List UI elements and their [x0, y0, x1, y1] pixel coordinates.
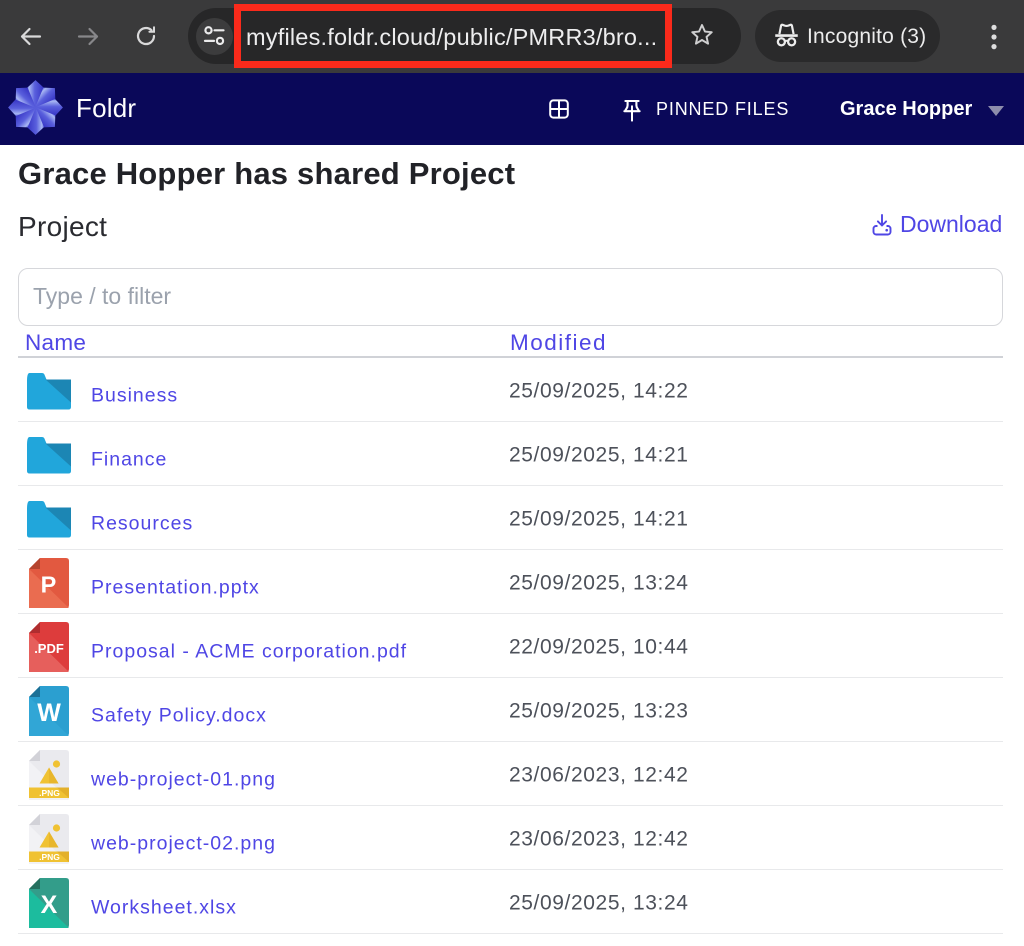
- svg-text:.PNG: .PNG: [39, 852, 60, 862]
- svg-text:W: W: [37, 699, 61, 727]
- svg-text:P: P: [41, 572, 57, 598]
- svg-text:X: X: [41, 891, 58, 919]
- svg-text:.PNG: .PNG: [39, 788, 60, 798]
- svg-text:.PDF: .PDF: [34, 641, 64, 656]
